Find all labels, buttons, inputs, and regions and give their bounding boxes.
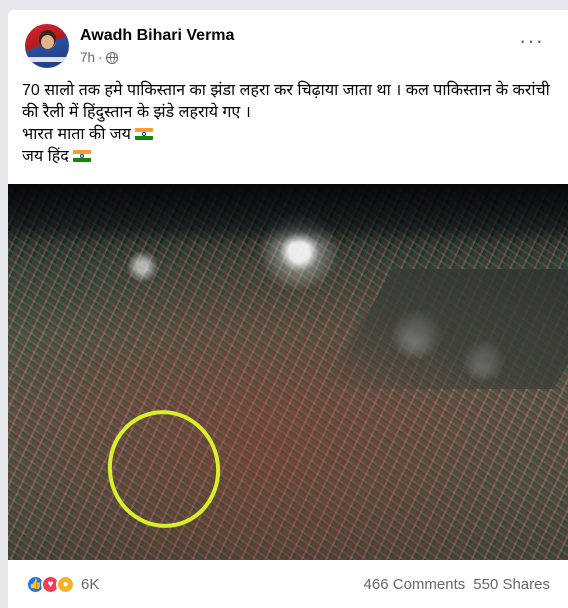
india-flag-icon <box>134 128 153 140</box>
author-avatar[interactable] <box>25 24 69 68</box>
more-options-icon[interactable]: ··· <box>519 30 544 52</box>
shares-count[interactable]: 550 Shares <box>473 576 550 593</box>
wow-icon: ● <box>56 575 75 594</box>
photo-night-sky <box>8 184 568 244</box>
meta-separator: · <box>98 50 103 65</box>
post-text-line-2-label: भारत माता की जय <box>22 126 131 143</box>
post-time[interactable]: 7h <box>80 50 95 65</box>
india-flag-icon <box>72 150 91 162</box>
comments-count[interactable]: 466 Comments <box>364 576 466 593</box>
post-meta: 7h · <box>80 50 118 65</box>
engagement-stats: 466 Comments 550 Shares <box>364 576 550 593</box>
globe-icon[interactable] <box>105 51 118 64</box>
photo-road <box>323 269 568 389</box>
post-footer: 👍 ♥ ● 6K 466 Comments 550 Shares <box>8 560 568 608</box>
reactions-summary[interactable]: 👍 ♥ ● 6K <box>26 575 99 594</box>
post-text-line-1: 70 सालो तक हमे पाकिस्तान का झंडा लहरा कर… <box>22 82 550 121</box>
post-card: Awadh Bihari Verma 7h · ··· 70 सालो तक ह… <box>8 10 568 608</box>
avatar-face <box>41 35 54 49</box>
highlight-circle <box>96 399 232 539</box>
post-text-line-3: जय हिंद <box>22 146 558 168</box>
post-text-line-2: भारत माता की जय <box>22 124 558 146</box>
avatar-stripe <box>25 57 69 62</box>
post-photo[interactable] <box>8 184 568 560</box>
author-name[interactable]: Awadh Bihari Verma <box>80 27 234 45</box>
reaction-count[interactable]: 6K <box>81 576 99 593</box>
post-text-line-3-label: जय हिंद <box>22 148 69 165</box>
post-text: 70 सालो तक हमे पाकिस्तान का झंडा लहरा कर… <box>22 80 558 168</box>
